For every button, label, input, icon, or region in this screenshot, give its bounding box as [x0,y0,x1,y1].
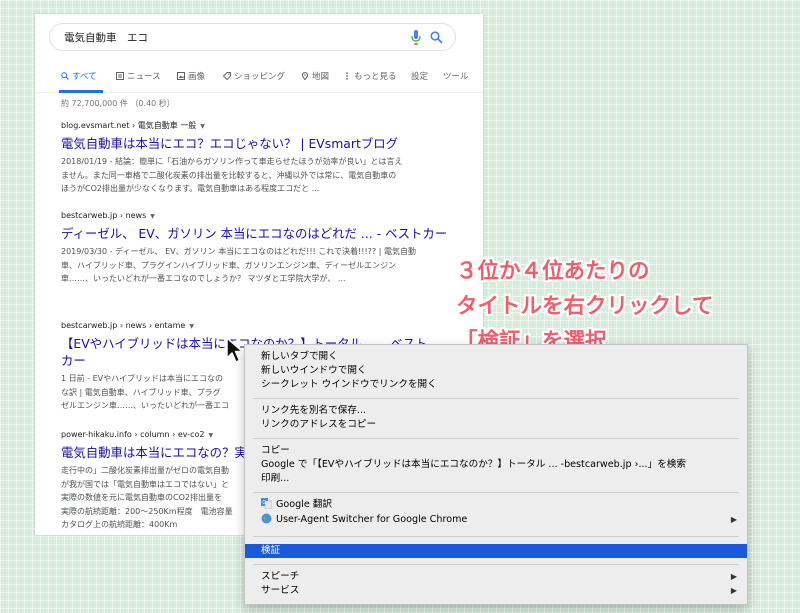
menu-item-save-link-as[interactable]: リンク先を別名で保存... [245,404,747,418]
search-result: bestcarweb.jp › news ▼ ディーゼル、 EV、ガソリン 本当に… [61,210,479,286]
more-icon [346,72,348,80]
menu-separator [253,536,739,537]
active-tab-indicator [59,90,103,93]
submenu-arrow-icon: ▶ [730,515,737,524]
svg-text:G: G [262,500,266,506]
tag-icon [223,72,231,80]
globe-icon [261,513,272,524]
menu-item-print[interactable]: 印刷... [245,472,747,486]
menu-item-speech[interactable]: スピーチ ▶ [245,570,747,584]
microphone-icon[interactable] [411,30,421,45]
menu-item-copy-link-address[interactable]: リンクのアドレスをコピー [245,418,747,432]
result-stats: 約 72,700,000 件 （0.40 秒） [61,99,175,108]
tab-maps[interactable]: 地図 [301,70,329,82]
tab-all[interactable]: すべて [61,70,97,82]
search-query[interactable]: 電気自動車 エコ [64,30,148,45]
tab-news[interactable]: ニュース [116,70,161,82]
chevron-down-icon[interactable]: ▼ [209,432,214,439]
result-snippet: 2018/01/19 - 結論：簡単に「石油からガソリン作って車走らせたほうが効… [61,157,403,193]
menu-item-open-new-window[interactable]: 新しいウインドウで開く [245,364,747,378]
image-icon [177,72,185,80]
submenu-arrow-icon: ▶ [730,572,737,581]
result-title-link[interactable]: ディーゼル、 EV、ガソリン 本当にエコなのはどれだ ... - ベストカー [61,225,479,242]
submenu-arrow-icon: ▶ [730,586,737,595]
chevron-down-icon[interactable]: ▼ [200,123,205,130]
menu-item-google-search[interactable]: Google で「【EVやハイブリッドは本当にエコなのか？】トータル ... -… [245,458,747,472]
chevron-down-icon[interactable]: ▼ [150,213,155,220]
menu-item-inspect[interactable]: 検証 [245,544,747,558]
result-title-link[interactable]: 電気自動車は本当にエコ？エコじゃない？ | EVsmartブログ [61,135,479,152]
tab-tools[interactable]: ツール [443,70,469,82]
tab-settings[interactable]: 設定 [411,70,428,82]
menu-item-open-new-tab[interactable]: 新しいタブで開く [245,350,747,364]
menu-item-services[interactable]: サービス ▶ [245,584,747,598]
search-result: blog.evsmart.net › 電気自動車 一般 ▼ 電気自動車は本当にエコ… [61,120,479,196]
tab-shopping[interactable]: ショッピング [223,70,285,82]
map-pin-icon [301,72,309,80]
menu-separator [253,438,739,439]
news-icon [116,72,124,80]
result-snippet: 2019/03/30 - ディーゼル、 EV、ガソリン 本当にエコなのはどれだ!… [61,247,416,283]
menu-separator [253,398,739,399]
context-menu: 新しいタブで開く 新しいウインドウで開く シークレット ウインドウでリンクを開く… [244,344,748,605]
menu-item-open-incognito[interactable]: シークレット ウインドウでリンクを開く [245,378,747,392]
search-icon [61,72,69,80]
tab-more[interactable]: もっと見る [343,70,397,82]
menu-separator [253,564,739,565]
result-url: blog.evsmart.net › 電気自動車 一般 ▼ [61,121,205,130]
menu-item-user-agent-switcher[interactable]: User-Agent Switcher for Google Chrome ▶ [245,513,747,527]
annotation-line: ３位か４位あたりの [456,259,650,284]
chevron-down-icon[interactable]: ▼ [189,323,194,330]
menu-separator [253,492,739,493]
search-input[interactable]: 電気自動車 エコ [49,23,456,51]
menu-item-google-translate[interactable]: G Google 翻訳 [245,498,747,512]
google-translate-icon: G [261,498,272,509]
annotation-line: タイトルを右クリックして [456,294,714,319]
result-url: bestcarweb.jp › news › entame ▼ [61,321,194,330]
result-url: bestcarweb.jp › news ▼ [61,211,155,220]
tab-images[interactable]: 画像 [177,70,205,82]
menu-item-copy[interactable]: コピー [245,444,747,458]
search-icon[interactable] [430,31,443,44]
